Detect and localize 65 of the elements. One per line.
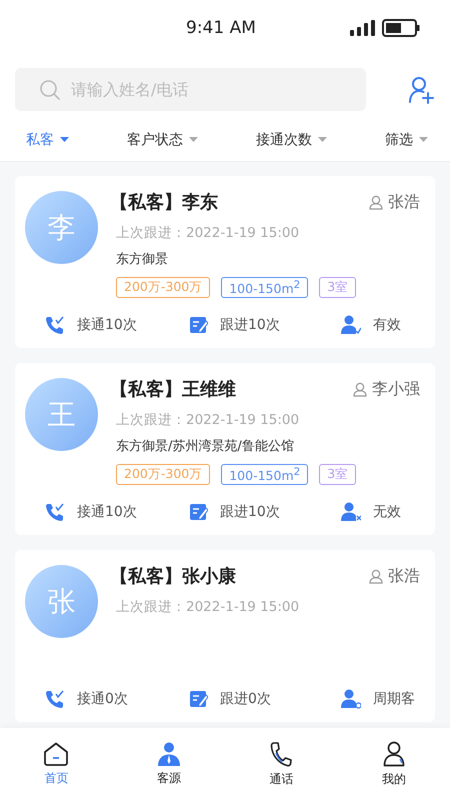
tag: 100-150m$^{2}$ xyxy=(221,464,308,486)
property-address: 东方御景 xyxy=(116,251,169,268)
phone-icon xyxy=(45,689,65,709)
nav-tab[interactable]: 通话 xyxy=(241,740,322,788)
status-label: 周期客 xyxy=(373,690,415,708)
filter-dropdown[interactable]: 筛选 xyxy=(385,131,428,149)
property-address: 东方御景/苏州湾景苑/鲁能公馆 xyxy=(116,438,295,455)
filter-dropdown[interactable]: 客户状态 xyxy=(127,131,198,149)
last-follow-up: 上次跟进：2022-1-19 15:00 xyxy=(116,224,300,242)
last-follow-up: 上次跟进：2022-1-19 15:00 xyxy=(116,411,300,429)
owner-name: 张浩 xyxy=(388,192,420,212)
person-status-icon xyxy=(341,502,361,522)
customer-name: 【私客】王维维 xyxy=(110,378,236,401)
caret-icon xyxy=(60,137,69,143)
person-status-icon xyxy=(341,689,361,709)
connected-count: 接通10次 xyxy=(77,503,137,521)
customer-card[interactable]: 李 【私客】李东 张浩 上次跟进：2022-1-19 15:00 东方御景 200万-300万 100-150m$^{2}$ 3室 接通10次 跟进10次 有效 xyxy=(15,176,435,348)
follow-up-count: 跟进0次 xyxy=(220,690,271,708)
avatar: 李 xyxy=(25,191,98,264)
connected-count: 接通10次 xyxy=(77,316,137,334)
filter-dropdown[interactable]: 接通次数 xyxy=(256,131,327,149)
nav-tab[interactable]: 我的 xyxy=(354,740,434,788)
customer-card[interactable]: 张 【私客】张小康 张浩 上次跟进：2022-1-19 15:00 接通0次 跟进0次 周期客 xyxy=(15,550,435,722)
person-icon xyxy=(382,740,405,766)
battery-icon xyxy=(382,19,420,37)
status-label: 无效 xyxy=(373,503,401,521)
connected-count: 接通0次 xyxy=(77,690,128,708)
avatar: 王 xyxy=(25,378,98,451)
search-field[interactable]: 请输入姓名/电话 xyxy=(15,68,366,111)
follow-up-count: 跟进10次 xyxy=(220,316,280,334)
person-status-icon xyxy=(341,315,361,335)
owner-name: 张浩 xyxy=(388,566,420,586)
notepad-icon xyxy=(190,316,208,334)
tag: 3室 xyxy=(319,277,356,298)
status-label: 有效 xyxy=(373,316,401,334)
phone-icon xyxy=(269,740,294,766)
phone-icon xyxy=(45,315,65,335)
avatar: 张 xyxy=(25,565,98,638)
phone-icon xyxy=(45,502,65,522)
person-icon xyxy=(369,194,383,210)
tag: 3室 xyxy=(319,464,356,486)
home-icon xyxy=(43,742,70,766)
customer-card[interactable]: 王 【私客】王维维 李小强 上次跟进：2022-1-19 15:00 东方御景/苏州湾景苑/鲁能公馆 200万-300万 100-150m$^{2}$ 3室 接通10次 跟进10次 无效 xyxy=(15,363,435,535)
tag: 200万-300万 xyxy=(116,464,210,486)
notepad-icon xyxy=(190,690,208,708)
tag: 100-150m$^{2}$ xyxy=(221,277,308,298)
person-icon xyxy=(353,382,367,396)
nav-tab[interactable]: 首页 xyxy=(16,742,96,786)
nav-tab[interactable]: 客源 xyxy=(128,742,209,786)
person-tie-icon xyxy=(156,742,181,766)
last-follow-up: 上次跟进：2022-1-19 15:00 xyxy=(116,598,300,616)
status-time: 9:41 AM xyxy=(186,18,256,38)
follow-up-count: 跟进10次 xyxy=(220,503,280,521)
signal-icon xyxy=(350,20,376,36)
caret-icon xyxy=(318,137,327,143)
owner-name: 李小强 xyxy=(372,378,420,400)
filter-dropdown[interactable]: 私客 xyxy=(26,131,69,149)
caret-icon xyxy=(419,137,428,143)
customer-name: 【私客】李东 xyxy=(110,191,218,214)
customer-name: 【私客】张小康 xyxy=(110,565,236,588)
add-person-icon[interactable] xyxy=(408,76,434,104)
notepad-icon xyxy=(190,503,208,521)
person-icon xyxy=(369,568,383,584)
caret-icon xyxy=(189,137,198,143)
tag: 200万-300万 xyxy=(116,277,210,298)
